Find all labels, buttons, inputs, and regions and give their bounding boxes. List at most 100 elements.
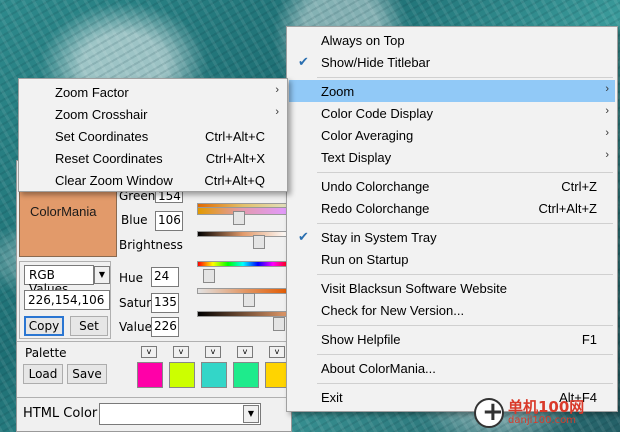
watermark-logo-icon — [474, 397, 504, 428]
menu-item-always-on-top[interactable]: Always on Top — [289, 29, 615, 51]
hue-value-field[interactable]: 24 — [151, 267, 179, 287]
menu-item-label: Color Code Display — [321, 106, 433, 121]
watermark: 单机100网 danji100.com — [474, 396, 614, 430]
menu-item-label: Show/Hide Titlebar — [321, 55, 431, 70]
chevron-right-icon: › — [605, 105, 609, 117]
saturation-slider-thumb[interactable] — [243, 293, 255, 307]
watermark-text: 单机100网 — [508, 398, 585, 416]
palette-title: Palette — [25, 346, 67, 360]
palette-slot-4-dropdown[interactable]: v — [237, 346, 253, 358]
palette-slot-3[interactable] — [201, 362, 227, 388]
menu-item-text-display[interactable]: Text Display › — [289, 146, 615, 168]
copy-button[interactable]: Copy — [24, 316, 64, 336]
hue-slider-thumb[interactable] — [203, 269, 215, 283]
menu-item-shortcut: Ctrl+Alt+Q — [204, 173, 265, 188]
menu-item-label: Zoom — [321, 84, 355, 99]
menu-item-shortcut: F1 — [581, 332, 597, 347]
menu-item-label: Zoom Crosshair — [55, 107, 148, 122]
color-code-format-select[interactable]: RGB Values — [24, 265, 94, 296]
palette-slot-4[interactable] — [233, 362, 259, 388]
menu-item-label: Undo Colorchange — [321, 179, 430, 194]
submenu-item-set-coordinates[interactable]: Set Coordinates Ctrl+Alt+C — [21, 125, 285, 147]
value-label: Value — [119, 320, 152, 334]
chevron-down-icon[interactable]: ▼ — [94, 266, 110, 284]
value-slider-thumb[interactable] — [273, 317, 285, 331]
menu-item-label: Text Display — [321, 150, 392, 165]
submenu-item-zoom-crosshair[interactable]: Zoom Crosshair › — [21, 103, 285, 125]
submenu-item-zoom-factor[interactable]: Zoom Factor › — [21, 81, 285, 103]
menu-separator — [317, 325, 613, 326]
menu-separator — [317, 223, 613, 224]
menu-item-run-on-startup[interactable]: Run on Startup — [289, 248, 615, 270]
palette-slot-3-dropdown[interactable]: v — [205, 346, 221, 358]
menu-item-label: About ColorMania... — [321, 361, 436, 376]
blue-value-field[interactable]: 106 — [155, 211, 183, 231]
chevron-right-icon: › — [605, 149, 609, 161]
menu-item-shortcut: Ctrl+Alt+Z — [538, 201, 597, 216]
html-color-label: HTML Color — [23, 406, 98, 421]
saturation-label: Satur. — [119, 296, 154, 310]
menu-separator — [317, 172, 613, 173]
color-preview-label: ColorMania — [30, 204, 97, 219]
menu-item-label: Always on Top — [321, 33, 405, 48]
set-button[interactable]: Set — [70, 316, 108, 336]
menu-item-shortcut: Ctrl+Z — [561, 179, 597, 194]
check-icon: ✔ — [298, 54, 309, 69]
saturation-value-field[interactable]: 135 — [151, 293, 179, 313]
menu-separator — [317, 354, 613, 355]
palette-slot-5-dropdown[interactable]: v — [269, 346, 285, 358]
menu-item-label: Show Helpfile — [321, 332, 401, 347]
menu-item-color-code-display[interactable]: Color Code Display › — [289, 102, 615, 124]
zoom-submenu: Zoom Factor › Zoom Crosshair › Set Coord… — [18, 78, 288, 192]
menu-item-label: Clear Zoom Window — [55, 173, 173, 188]
watermark-url: danji100.com — [508, 415, 576, 426]
menu-item-shortcut: Ctrl+Alt+X — [205, 151, 265, 166]
palette-panel: Palette Load Save v v v v v — [17, 341, 293, 393]
submenu-item-clear-zoom-window[interactable]: Clear Zoom Window Ctrl+Alt+Q — [21, 169, 285, 191]
color-code-field[interactable]: 226,154,106 — [24, 290, 110, 310]
palette-slot-1[interactable] — [137, 362, 163, 388]
menu-item-label: Redo Colorchange — [321, 201, 430, 216]
palette-save-button[interactable]: Save — [67, 364, 107, 384]
palette-slot-2[interactable] — [169, 362, 195, 388]
palette-slot-1-dropdown[interactable]: v — [141, 346, 157, 358]
chevron-right-icon: › — [605, 83, 609, 95]
menu-item-visit-website[interactable]: Visit Blacksun Software Website — [289, 277, 615, 299]
menu-item-zoom[interactable]: Zoom › — [289, 80, 615, 102]
menu-separator — [317, 383, 613, 384]
html-color-select[interactable] — [99, 403, 261, 425]
menu-item-redo-colorchange[interactable]: Redo Colorchange Ctrl+Alt+Z — [289, 197, 615, 219]
blue-label: Blue — [121, 213, 148, 227]
check-icon: ✔ — [298, 229, 309, 244]
menu-item-color-averaging[interactable]: Color Averaging › — [289, 124, 615, 146]
brightness-slider-thumb[interactable] — [253, 235, 265, 249]
html-color-row: HTML Color ▼ — [17, 397, 293, 431]
palette-slot-2-dropdown[interactable]: v — [173, 346, 189, 358]
menu-separator — [317, 77, 613, 78]
submenu-item-reset-coordinates[interactable]: Reset Coordinates Ctrl+Alt+X — [21, 147, 285, 169]
menu-item-stay-in-system-tray[interactable]: ✔ Stay in System Tray — [289, 226, 615, 248]
chevron-down-icon[interactable]: ▼ — [243, 405, 259, 423]
chevron-right-icon: › — [605, 127, 609, 139]
menu-item-show-hide-titlebar[interactable]: ✔ Show/Hide Titlebar — [289, 51, 615, 73]
chevron-right-icon: › — [275, 106, 279, 118]
hue-slider-track[interactable] — [197, 261, 289, 267]
menu-item-undo-colorchange[interactable]: Undo Colorchange Ctrl+Z — [289, 175, 615, 197]
brightness-label: Brightness — [119, 238, 183, 252]
menu-item-about[interactable]: About ColorMania... — [289, 357, 615, 379]
menu-item-show-helpfile[interactable]: Show Helpfile F1 — [289, 328, 615, 350]
blue-slider-thumb[interactable] — [233, 211, 245, 225]
menu-item-label: Exit — [321, 390, 343, 405]
menu-item-label: Check for New Version... — [321, 303, 465, 318]
menu-item-check-new-version[interactable]: Check for New Version... — [289, 299, 615, 321]
menu-item-shortcut: Ctrl+Alt+C — [205, 129, 265, 144]
hue-label: Hue — [119, 271, 144, 285]
value-value-field[interactable]: 226 — [151, 317, 179, 337]
menu-item-label: Reset Coordinates — [55, 151, 163, 166]
menu-item-label: Run on Startup — [321, 252, 409, 267]
menu-item-label: Zoom Factor — [55, 85, 129, 100]
palette-load-button[interactable]: Load — [23, 364, 63, 384]
brightness-slider-track[interactable] — [197, 231, 289, 237]
menu-item-label: Set Coordinates — [55, 129, 149, 144]
chevron-right-icon: › — [275, 84, 279, 96]
